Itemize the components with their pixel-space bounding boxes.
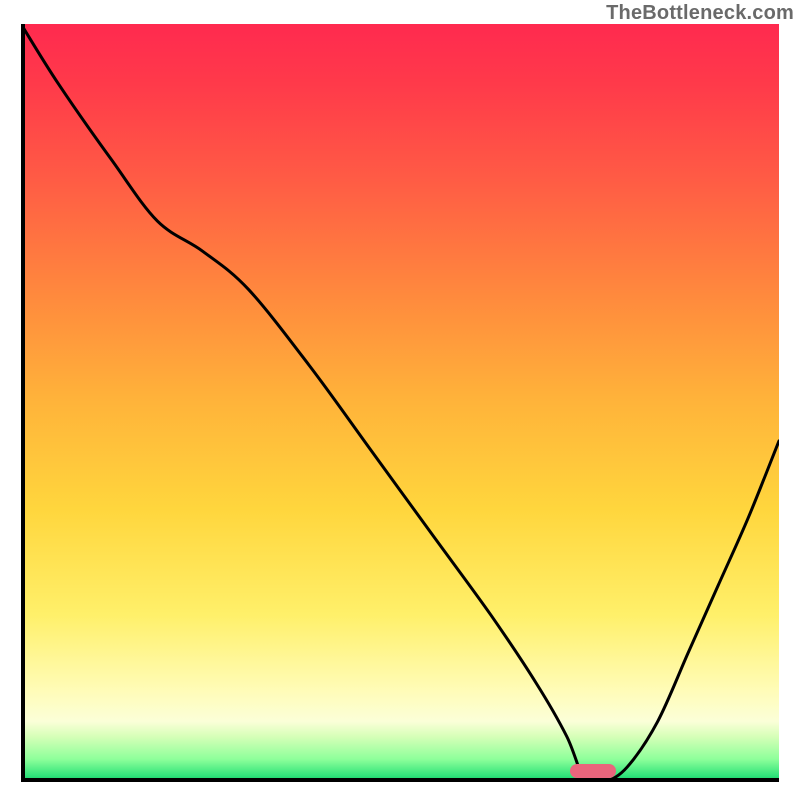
watermark-text: TheBottleneck.com [606,2,794,25]
chart-minimum-marker [570,764,616,778]
chart-plot-area [21,24,779,782]
chart-line-series [21,24,779,782]
